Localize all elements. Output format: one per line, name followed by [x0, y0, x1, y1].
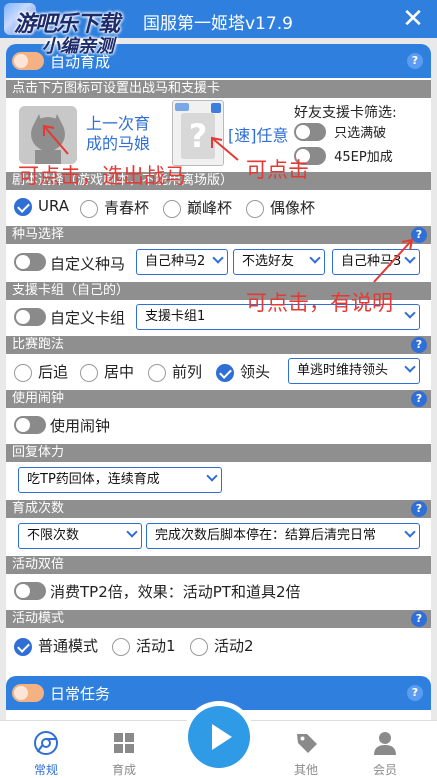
radio-icon [112, 637, 130, 656]
help-icon[interactable]: ? [411, 501, 427, 517]
alarm-label: 使用闹钟 [50, 417, 111, 435]
event-double-header: 活动双倍 [6, 556, 431, 574]
event-mode-row: 普通模式 活动1 活动2 [6, 628, 431, 664]
nav-item-member[interactable]: 会员 [355, 721, 415, 778]
alarm-header: 使用闹钟 [6, 390, 431, 408]
race-style-row: 后追 居中 前列 领头 单逃时维持领头 [6, 354, 431, 388]
nav-label-general: 常规 [33, 763, 58, 777]
radio-checked-icon [14, 637, 32, 656]
help-icon[interactable]: ? [411, 611, 427, 627]
recover-header: 回复体力 [6, 444, 431, 462]
chrome-icon [34, 731, 58, 755]
chevron-down-icon [404, 361, 416, 373]
recover-select[interactable]: 吃TP药回体，连续育成 [18, 467, 222, 493]
nav-label-member: 会员 [372, 763, 397, 777]
race-option-lead[interactable]: 领头 [216, 361, 270, 382]
radio-icon [14, 363, 32, 382]
nav-label-other: 其他 [293, 763, 318, 777]
help-icon[interactable]: ? [411, 337, 427, 353]
tag-icon [297, 734, 317, 753]
help-icon[interactable]: ? [411, 391, 427, 407]
daily-label: 日常任务 [50, 685, 111, 703]
nav-item-train[interactable]: 育成 [94, 721, 154, 778]
radio-icon [190, 637, 208, 656]
event-mode-normal[interactable]: 普通模式 [14, 635, 98, 656]
train-count-header: 育成次数 [6, 500, 431, 518]
event-double-label: 消费TP2倍，效果：活动PT和道具2倍 [50, 583, 301, 601]
nav-item-other[interactable]: 其他 [276, 721, 336, 778]
train-count-row: 不限次数 完成次数后脚本停在：结算后清完日常 [6, 518, 431, 554]
recover-row: 吃TP药回体，连续育成 [6, 462, 431, 498]
daily-toggle[interactable] [12, 684, 44, 702]
event-mode-1[interactable]: 活动1 [112, 635, 176, 656]
train-count-select[interactable]: 不限次数 [18, 523, 142, 549]
race-style-header: 比赛跑法 [6, 336, 431, 354]
event-mode-header: 活动模式 [6, 610, 431, 628]
race-style-select[interactable]: 单逃时维持领头 [288, 358, 420, 384]
after-finish-select[interactable]: 完成次数后脚本停在：结算后清完日常 [146, 523, 420, 549]
race-option-mid[interactable]: 居中 [80, 361, 134, 382]
event-double-toggle[interactable] [14, 582, 46, 600]
chevron-down-icon [206, 470, 218, 482]
event-double-row: 消费TP2倍，效果：活动PT和道具2倍 [6, 574, 431, 608]
nav-label-train: 育成 [111, 763, 136, 777]
event-mode-2[interactable]: 活动2 [190, 635, 254, 656]
user-icon [374, 732, 396, 755]
radio-icon [80, 363, 98, 382]
help-icon[interactable]: ? [407, 685, 423, 701]
alarm-row: 使用闹钟 [6, 408, 431, 442]
nav-item-general[interactable]: 常规 [16, 721, 76, 778]
chevron-down-icon [126, 526, 138, 538]
annotation-arrows [43, 124, 414, 283]
race-option-front[interactable]: 前列 [148, 361, 202, 382]
race-option-late[interactable]: 后追 [14, 361, 68, 382]
radio-icon [148, 363, 166, 382]
play-icon[interactable] [188, 706, 250, 768]
chevron-down-icon [404, 526, 416, 538]
radio-checked-icon [216, 363, 234, 382]
alarm-toggle[interactable] [14, 416, 46, 434]
daily-header: 日常任务 ? [6, 676, 431, 710]
grid-icon [114, 733, 134, 753]
